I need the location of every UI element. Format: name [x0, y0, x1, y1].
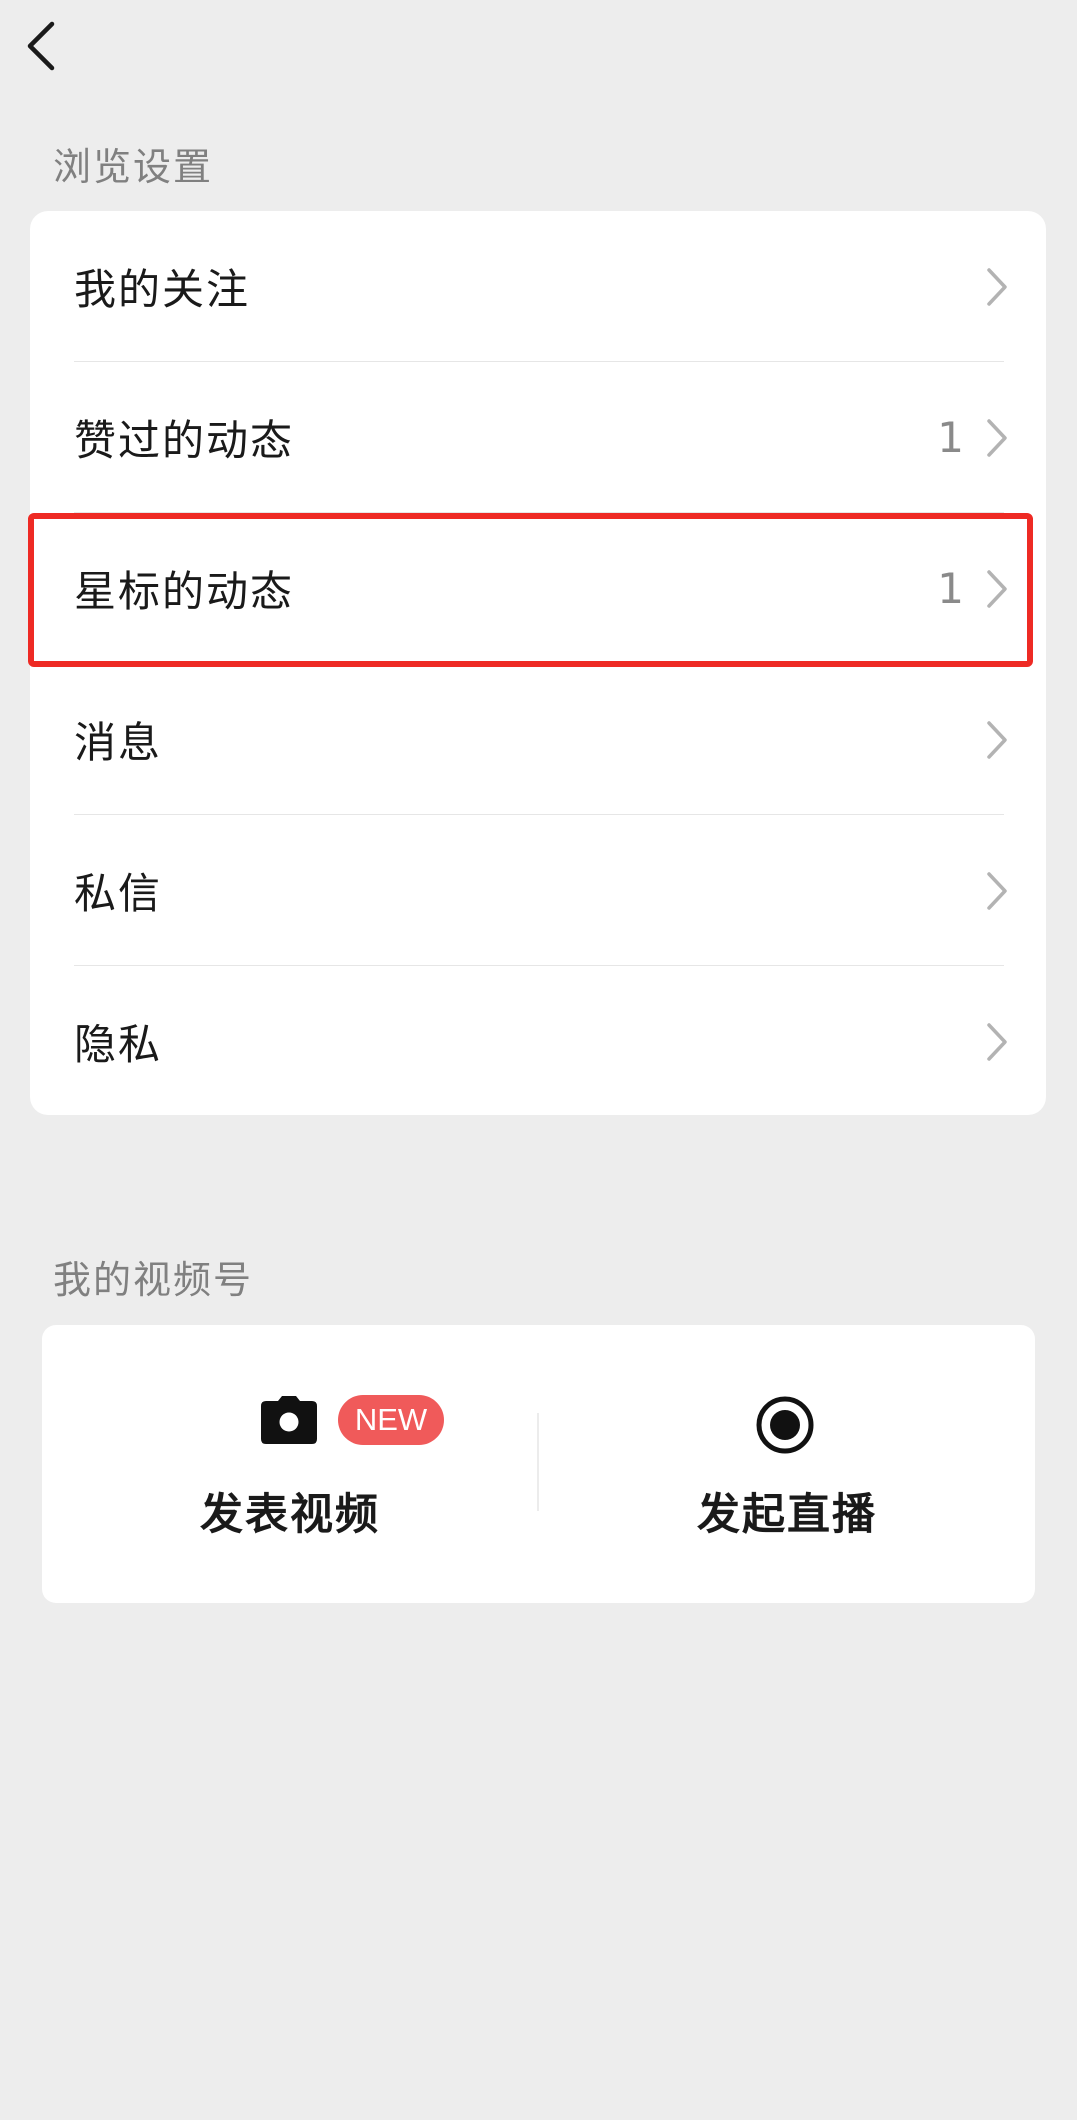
- chevron-right-icon: [986, 1022, 1008, 1062]
- row-privacy[interactable]: 隐私: [30, 966, 1046, 1117]
- chevron-left-icon: [27, 21, 55, 71]
- row-starred-moments[interactable]: 星标的动态 1: [30, 513, 1046, 664]
- start-live-button[interactable]: 发起直播: [539, 1325, 1035, 1603]
- row-private-messages[interactable]: 私信: [30, 815, 1046, 966]
- row-label: 私信: [74, 869, 163, 918]
- row-count: 1: [937, 564, 964, 613]
- new-badge: NEW: [338, 1395, 444, 1445]
- chevron-right-icon: [986, 418, 1008, 458]
- row-messages[interactable]: 消息: [30, 664, 1046, 815]
- chevron-right-icon: [986, 569, 1008, 609]
- row-label: 赞过的动态: [74, 416, 295, 465]
- row-label: 我的关注: [74, 265, 251, 314]
- section-title-channels: 我的视频号: [53, 1258, 254, 1302]
- camera-icon: [260, 1395, 318, 1449]
- chevron-right-icon: [986, 267, 1008, 307]
- section-title-browse: 浏览设置: [53, 145, 214, 189]
- channels-card: NEW 发表视频 发起直播: [42, 1325, 1035, 1603]
- record-icon: [755, 1395, 815, 1459]
- chevron-right-icon: [986, 720, 1008, 760]
- row-label: 消息: [74, 718, 163, 767]
- post-video-label: 发表视频: [200, 1490, 380, 1540]
- settings-card: 我的关注 赞过的动态 1 星标的动态 1 消息 私信 隐私: [30, 211, 1046, 1115]
- row-following[interactable]: 我的关注: [30, 211, 1046, 362]
- chevron-right-icon: [986, 871, 1008, 911]
- back-button[interactable]: [26, 14, 86, 78]
- row-liked-moments[interactable]: 赞过的动态 1: [30, 362, 1046, 513]
- start-live-label: 发起直播: [697, 1490, 877, 1540]
- row-label: 星标的动态: [74, 567, 295, 616]
- row-count: 1: [937, 413, 964, 462]
- post-video-button[interactable]: NEW 发表视频: [42, 1325, 538, 1603]
- row-label: 隐私: [74, 1020, 163, 1069]
